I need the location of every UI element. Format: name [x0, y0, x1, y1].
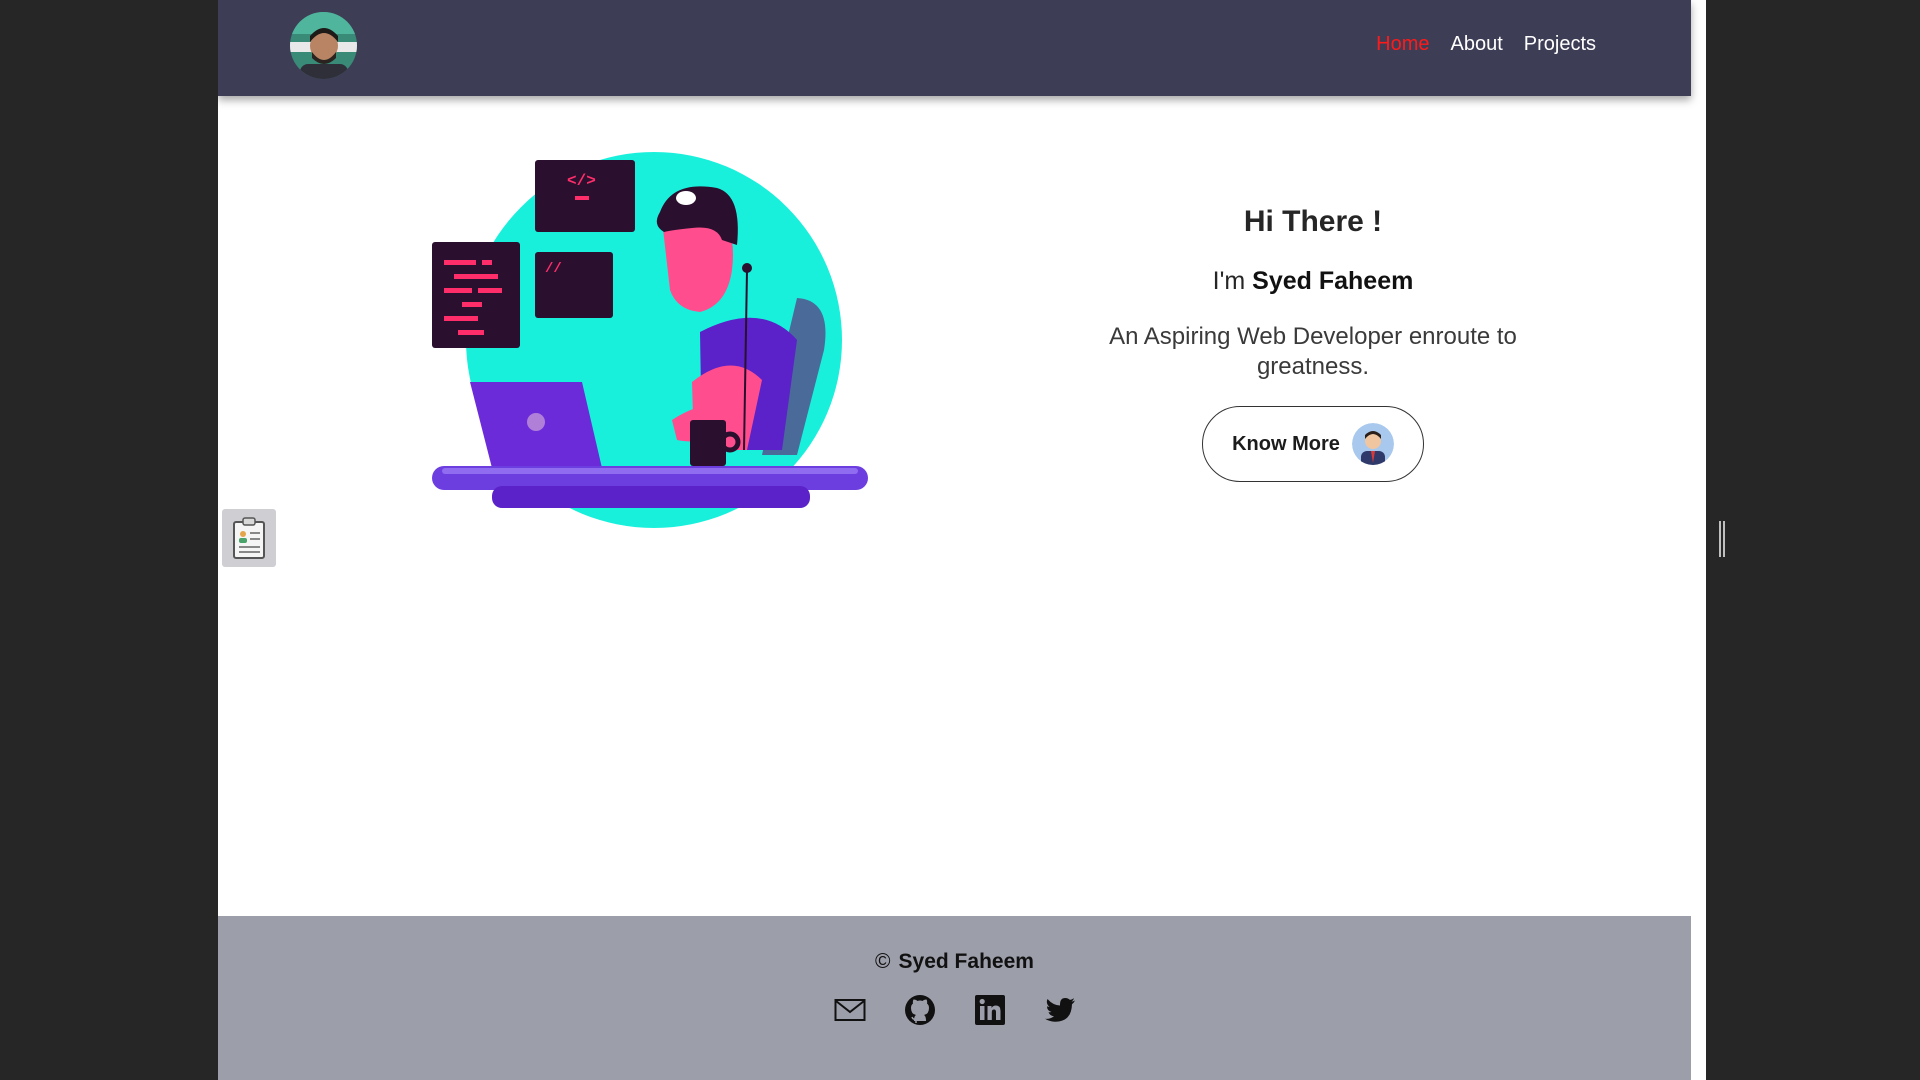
navbar: Home About Projects	[218, 0, 1691, 96]
hero-name: Syed Faheem	[1252, 267, 1414, 295]
developer-illustration: </> //	[432, 150, 872, 540]
profile-avatar[interactable]	[290, 12, 357, 79]
copyright-symbol: ©	[875, 950, 891, 973]
nav-link-projects[interactable]: Projects	[1524, 33, 1596, 56]
greeting-prefix: I'm	[1212, 267, 1246, 295]
nav-link-about[interactable]: About	[1450, 33, 1502, 56]
copyright-name: Syed Faheem	[898, 950, 1034, 973]
profile-photo-icon	[290, 12, 357, 79]
social-links	[218, 994, 1691, 1026]
mail-icon[interactable]	[834, 994, 866, 1026]
window-resize-handle[interactable]	[1719, 521, 1725, 557]
resume-tab[interactable]	[222, 509, 276, 567]
svg-text://: //	[545, 261, 562, 277]
github-icon[interactable]	[904, 994, 936, 1026]
know-more-button[interactable]: Know More	[1202, 406, 1424, 482]
hero-title: Hi There !	[1243, 205, 1383, 238]
hero-section: Hi There ! I'm Syed Faheem An Aspiring W…	[1088, 205, 1538, 482]
hero-description: An Aspiring Web Developer enroute to gre…	[1109, 323, 1517, 380]
clipboard-resume-icon	[233, 517, 265, 559]
nav-links: Home About Projects	[1376, 33, 1596, 56]
avatar-icon	[1351, 423, 1394, 465]
hero-greeting: I'm Syed Faheem	[1088, 267, 1538, 296]
page-viewport: Home About Projects </> // Hi There ! I'…	[218, 0, 1706, 1080]
twitter-icon[interactable]	[1044, 994, 1076, 1026]
nav-link-home[interactable]: Home	[1376, 33, 1429, 56]
know-more-label: Know More	[1232, 432, 1340, 455]
svg-text:</>: </>	[567, 172, 596, 190]
footer-copyright: © Syed Faheem	[218, 950, 1691, 974]
linkedin-icon[interactable]	[974, 994, 1006, 1026]
footer: © Syed Faheem	[218, 916, 1691, 1080]
